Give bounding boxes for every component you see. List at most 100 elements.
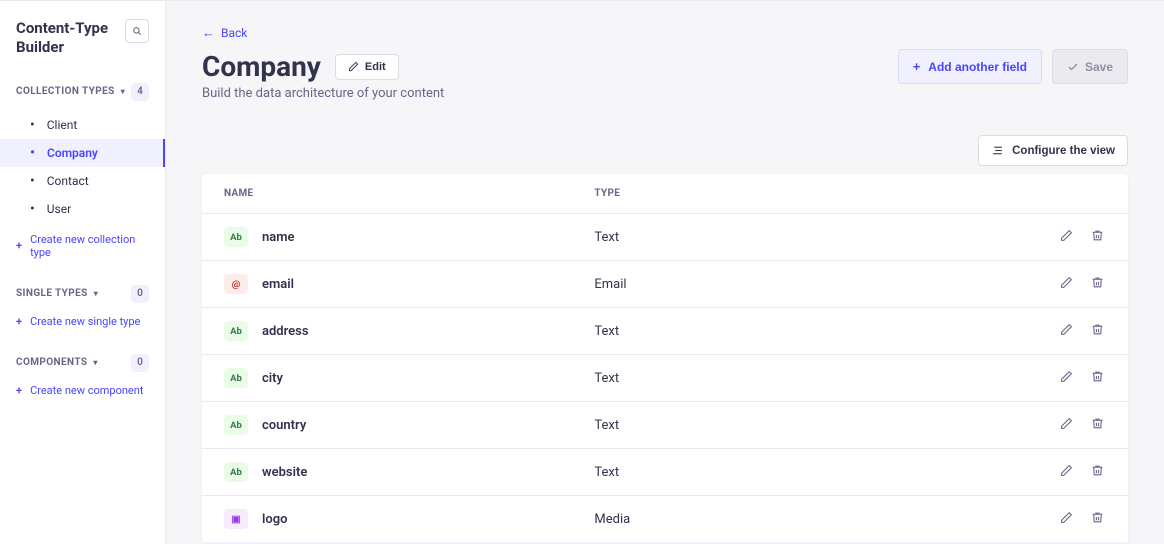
edit-field-button[interactable] <box>1058 227 1075 247</box>
configure-view-button[interactable]: Configure the view <box>978 135 1128 166</box>
field-name: address <box>262 324 309 339</box>
search-button[interactable] <box>125 19 149 43</box>
edit-field-button[interactable] <box>1058 415 1075 435</box>
field-name: name <box>262 230 295 245</box>
field-type: Text <box>572 402 830 449</box>
search-icon <box>132 26 142 36</box>
section-badge: 4 <box>131 83 149 101</box>
plus-icon: + <box>16 315 22 328</box>
delete-field-button[interactable] <box>1089 462 1106 482</box>
section-header[interactable]: SINGLE TYPES ▾ 0 <box>0 279 165 309</box>
chevron-down-icon: ▾ <box>94 289 98 298</box>
page-subtitle: Build the data architecture of your cont… <box>202 86 1128 101</box>
trash-icon <box>1091 324 1104 339</box>
pencil-icon <box>1060 465 1073 480</box>
table-row: @ email Email <box>202 261 1128 308</box>
edit-field-button[interactable] <box>1058 462 1075 482</box>
add-another-field-button[interactable]: + Add another field <box>898 49 1042 84</box>
back-link[interactable]: ← Back <box>202 25 247 41</box>
table-row: Ab address Text <box>202 308 1128 355</box>
trash-icon <box>1091 371 1104 386</box>
nav-section: COLLECTION TYPES ▾ 4 ClientCompanyContactU… <box>0 77 165 269</box>
field-type: Text <box>572 449 830 496</box>
create-link[interactable]: +Create new single type <box>0 309 165 338</box>
sidebar-item-company[interactable]: Company <box>0 139 165 167</box>
section-badge: 0 <box>131 285 149 303</box>
field-type: Text <box>572 214 830 261</box>
nav-section: SINGLE TYPES ▾ 0 +Create new single type <box>0 279 165 338</box>
create-link[interactable]: +Create new collection type <box>0 227 165 269</box>
pencil-icon <box>1060 418 1073 433</box>
pencil-icon <box>1060 277 1073 292</box>
sidebar: Content-Type Builder COLLECTION TYPES ▾4… <box>0 1 166 544</box>
sidebar-item-user[interactable]: User <box>0 195 165 223</box>
type-chip-text-icon: Ab <box>224 462 248 482</box>
page-title: Company <box>202 50 321 83</box>
plus-icon: + <box>16 239 22 252</box>
list-icon <box>991 144 1004 157</box>
delete-field-button[interactable] <box>1089 509 1106 529</box>
edit-field-button[interactable] <box>1058 509 1075 529</box>
column-header-type: TYPE <box>572 174 830 214</box>
pencil-icon <box>348 61 359 72</box>
table-row: Ab country Text <box>202 402 1128 449</box>
trash-icon <box>1091 277 1104 292</box>
delete-field-button[interactable] <box>1089 368 1106 388</box>
field-name: city <box>262 371 283 386</box>
trash-icon <box>1091 465 1104 480</box>
delete-field-button[interactable] <box>1089 321 1106 341</box>
chevron-down-icon: ▾ <box>93 358 97 367</box>
edit-field-button[interactable] <box>1058 274 1075 294</box>
sidebar-item-client[interactable]: Client <box>0 111 165 139</box>
field-name: country <box>262 418 306 433</box>
section-header[interactable]: COLLECTION TYPES ▾ 4 <box>0 77 165 107</box>
chevron-down-icon: ▾ <box>121 87 125 96</box>
trash-icon <box>1091 418 1104 433</box>
sidebar-item-contact[interactable]: Contact <box>0 167 165 195</box>
edit-field-button[interactable] <box>1058 321 1075 341</box>
type-chip-email-icon: @ <box>224 274 248 294</box>
field-type: Media <box>572 496 830 543</box>
type-chip-text-icon: Ab <box>224 321 248 341</box>
edit-field-button[interactable] <box>1058 368 1075 388</box>
pencil-icon <box>1060 230 1073 245</box>
section-header[interactable]: COMPONENTS ▾ 0 <box>0 348 165 378</box>
pencil-icon <box>1060 324 1073 339</box>
plus-icon: + <box>16 384 22 397</box>
save-button: Save <box>1052 49 1128 84</box>
delete-field-button[interactable] <box>1089 227 1106 247</box>
trash-icon <box>1091 230 1104 245</box>
table-row: Ab website Text <box>202 449 1128 496</box>
fields-table-card: NAME TYPE AbnameText@emailEmailAbaddress… <box>202 174 1128 544</box>
field-type: Email <box>572 261 830 308</box>
trash-icon <box>1091 512 1104 527</box>
pencil-icon <box>1060 371 1073 386</box>
field-type: Text <box>572 355 830 402</box>
back-label: Back <box>221 26 247 40</box>
plus-icon: + <box>913 59 921 74</box>
table-row: ▣ logo Media <box>202 496 1128 543</box>
type-chip-text-icon: Ab <box>224 227 248 247</box>
type-chip-text-icon: Ab <box>224 415 248 435</box>
main-content: ← Back Company Edit + Add another field <box>166 1 1164 544</box>
edit-button[interactable]: Edit <box>335 54 399 80</box>
field-type: Text <box>572 308 830 355</box>
section-badge: 0 <box>131 354 149 372</box>
section-label: COMPONENTS ▾ <box>16 357 98 368</box>
check-icon <box>1067 61 1079 73</box>
field-name: logo <box>262 512 288 527</box>
section-label: SINGLE TYPES ▾ <box>16 288 98 299</box>
fields-table: NAME TYPE AbnameText@emailEmailAbaddress… <box>202 174 1128 542</box>
create-link[interactable]: +Create new component <box>0 378 165 407</box>
table-row: AbcityText <box>202 355 1128 402</box>
section-label: COLLECTION TYPES ▾ <box>16 86 125 97</box>
delete-field-button[interactable] <box>1089 274 1106 294</box>
table-row: Abname Text <box>202 214 1128 261</box>
delete-field-button[interactable] <box>1089 415 1106 435</box>
type-chip-media-icon: ▣ <box>224 509 248 529</box>
field-name: email <box>262 277 294 292</box>
arrow-left-icon: ← <box>202 25 215 41</box>
field-name: website <box>262 465 307 480</box>
column-header-name: NAME <box>202 174 572 214</box>
pencil-icon <box>1060 512 1073 527</box>
